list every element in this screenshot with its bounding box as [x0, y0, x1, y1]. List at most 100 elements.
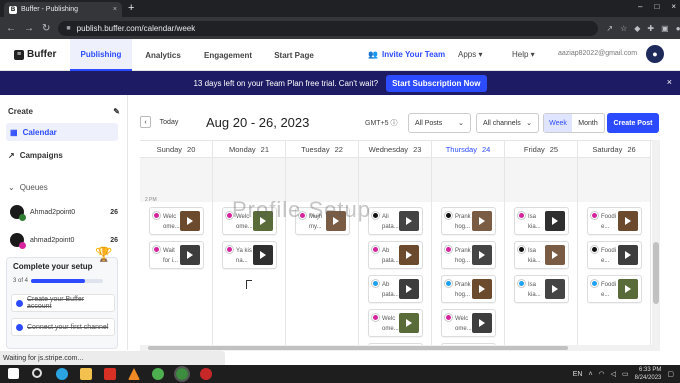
- bookmark-star-icon[interactable]: ☆: [620, 24, 627, 33]
- past-time-shade: [213, 158, 285, 202]
- month-view-button[interactable]: Month: [572, 114, 604, 132]
- close-window-button[interactable]: ×: [671, 2, 676, 11]
- notifications-icon[interactable]: ▢: [667, 370, 674, 378]
- today-button[interactable]: Today: [158, 116, 180, 128]
- post-card[interactable]: Ya kis na...: [222, 241, 277, 269]
- calendar-grid: Sunday 20 Monday 21 Tuesday 22 Wednesday 23 Thur…: [140, 140, 652, 350]
- search-icon[interactable]: [32, 368, 42, 378]
- sidebar-item-create[interactable]: Create ✎: [8, 107, 120, 116]
- tab-publishing[interactable]: Publishing: [70, 39, 132, 71]
- recorder-icon[interactable]: [200, 368, 212, 380]
- video-thumbnail: [545, 211, 565, 231]
- back-icon[interactable]: ←: [6, 23, 16, 34]
- create-post-button[interactable]: Create Post: [607, 113, 659, 133]
- timezone-label[interactable]: GMT+5 ⓘ: [365, 118, 398, 128]
- post-card[interactable]: Welc ome...: [149, 207, 204, 235]
- new-tab-button[interactable]: +: [128, 2, 134, 14]
- invite-team-button[interactable]: 👥 Invite Your Team: [368, 50, 445, 59]
- video-thumbnail: [472, 279, 492, 299]
- forward-icon[interactable]: →: [24, 23, 34, 34]
- chrome-icon[interactable]: [152, 368, 164, 380]
- setup-task[interactable]: Connect your first channel: [11, 318, 115, 336]
- posts-filter-dropdown[interactable]: All Posts ⌄: [408, 113, 471, 133]
- queue-item[interactable]: ahmad2point0 26: [10, 233, 118, 249]
- queue-item[interactable]: Ahmad2point0 26: [10, 205, 118, 221]
- telegram-icon[interactable]: [56, 368, 68, 380]
- minimize-button[interactable]: –: [638, 2, 642, 11]
- extension-icon[interactable]: ◆: [634, 24, 640, 33]
- file-explorer-icon[interactable]: [80, 368, 92, 380]
- post-card[interactable]: Welc ome...: [441, 309, 496, 337]
- windows-start-icon[interactable]: [8, 368, 19, 379]
- horizontal-scroll-thumb[interactable]: [148, 346, 568, 350]
- tab-analytics[interactable]: Analytics: [138, 39, 188, 71]
- url-field[interactable]: ■ publish.buffer.com/calendar/week: [58, 20, 599, 36]
- post-card[interactable]: Prank hog...: [441, 241, 496, 269]
- video-thumbnail: [180, 245, 200, 265]
- video-thumbnail: [472, 313, 492, 333]
- queues-header[interactable]: ⌄ Queues: [8, 183, 48, 192]
- post-card[interactable]: Isa kia...: [514, 275, 569, 303]
- tiktok-icon: [591, 246, 598, 253]
- browser-tab[interactable]: B Buffer - Publishing ×: [4, 2, 122, 17]
- queue-name: ahmad2point0: [30, 236, 75, 244]
- profile-icon[interactable]: ●: [676, 24, 680, 33]
- trial-banner-text: 13 days left on your Team Plan free tria…: [193, 78, 379, 88]
- vertical-scroll-thumb[interactable]: [653, 242, 659, 304]
- app-icon[interactable]: [104, 368, 116, 380]
- post-card[interactable]: Foodi e...: [587, 207, 642, 235]
- language-indicator[interactable]: EN: [573, 371, 583, 378]
- reload-icon[interactable]: ↻: [42, 23, 50, 34]
- post-card[interactable]: Wait for i...: [149, 241, 204, 269]
- puzzle-icon[interactable]: ✚: [647, 24, 654, 33]
- buffer-logo[interactable]: ≡ Buffer: [14, 49, 56, 60]
- setup-task[interactable]: Create your Buffer account: [11, 294, 115, 312]
- chevron-down-icon: ⌄: [526, 120, 532, 127]
- battery-icon[interactable]: ▭: [622, 370, 629, 378]
- tab-start-page[interactable]: Start Page: [268, 39, 320, 71]
- queue-count: 26: [110, 208, 118, 216]
- wifi-icon[interactable]: ◠: [599, 370, 605, 378]
- browser-status-bar: Waiting for js.stripe.com...: [0, 351, 225, 365]
- magic-wand-icon[interactable]: ✎: [113, 107, 120, 116]
- post-card[interactable]: Prank hog...: [441, 275, 496, 303]
- day-column[interactable]: Tuesday 22: [286, 141, 359, 350]
- mouse-cursor-icon: [246, 280, 252, 289]
- post-card[interactable]: Prank hog...: [441, 207, 496, 235]
- maximize-button[interactable]: □: [654, 2, 659, 11]
- post-card[interactable]: Foodi e...: [587, 241, 642, 269]
- help-menu[interactable]: Help ▾: [512, 50, 535, 59]
- tab-close-icon[interactable]: ×: [113, 6, 117, 13]
- sidebar-item-campaigns[interactable]: ↗ Campaigns: [8, 151, 63, 160]
- previous-week-button[interactable]: ‹: [140, 116, 151, 128]
- chevron-up-icon[interactable]: ˄: [588, 371, 592, 378]
- share-icon[interactable]: ↗: [606, 24, 613, 33]
- banner-close-icon[interactable]: ×: [667, 77, 672, 87]
- post-card[interactable]: Ali pata...: [368, 207, 423, 235]
- post-card[interactable]: Isa kia...: [514, 207, 569, 235]
- post-card[interactable]: Ab pata...: [368, 241, 423, 269]
- post-card[interactable]: Foodi e...: [587, 275, 642, 303]
- apps-menu[interactable]: Apps ▾: [458, 50, 482, 59]
- setup-progress-text: 3 of 4: [13, 278, 29, 284]
- post-card[interactable]: Isa kia...: [514, 241, 569, 269]
- clock[interactable]: 6:33 PM 8/24/2023: [635, 366, 662, 382]
- day-number: 25: [549, 144, 559, 154]
- tab-engagement[interactable]: Engagement: [198, 39, 258, 71]
- channels-filter-dropdown[interactable]: All channels ⌄: [476, 113, 539, 133]
- volume-icon[interactable]: ◁: [611, 370, 616, 378]
- video-thumbnail: [399, 313, 419, 333]
- post-card[interactable]: Welc ome...: [368, 309, 423, 337]
- account-avatar[interactable]: ●: [646, 45, 664, 63]
- view-toggle: Week Month: [543, 113, 605, 133]
- week-view-button[interactable]: Week: [544, 114, 572, 132]
- post-card[interactable]: Ab pata...: [368, 275, 423, 303]
- tiktok-icon: [445, 212, 452, 219]
- account-email: aaziap82022@gmail.com: [558, 50, 638, 57]
- vlc-icon[interactable]: [128, 368, 140, 380]
- start-subscription-button[interactable]: Start Subscription Now: [386, 74, 487, 92]
- day-name: Friday: [523, 144, 545, 154]
- chrome-active-icon[interactable]: [174, 366, 190, 382]
- sidepanel-icon[interactable]: ▣: [661, 24, 669, 33]
- sidebar-item-calendar[interactable]: ▦ Calendar: [6, 123, 118, 141]
